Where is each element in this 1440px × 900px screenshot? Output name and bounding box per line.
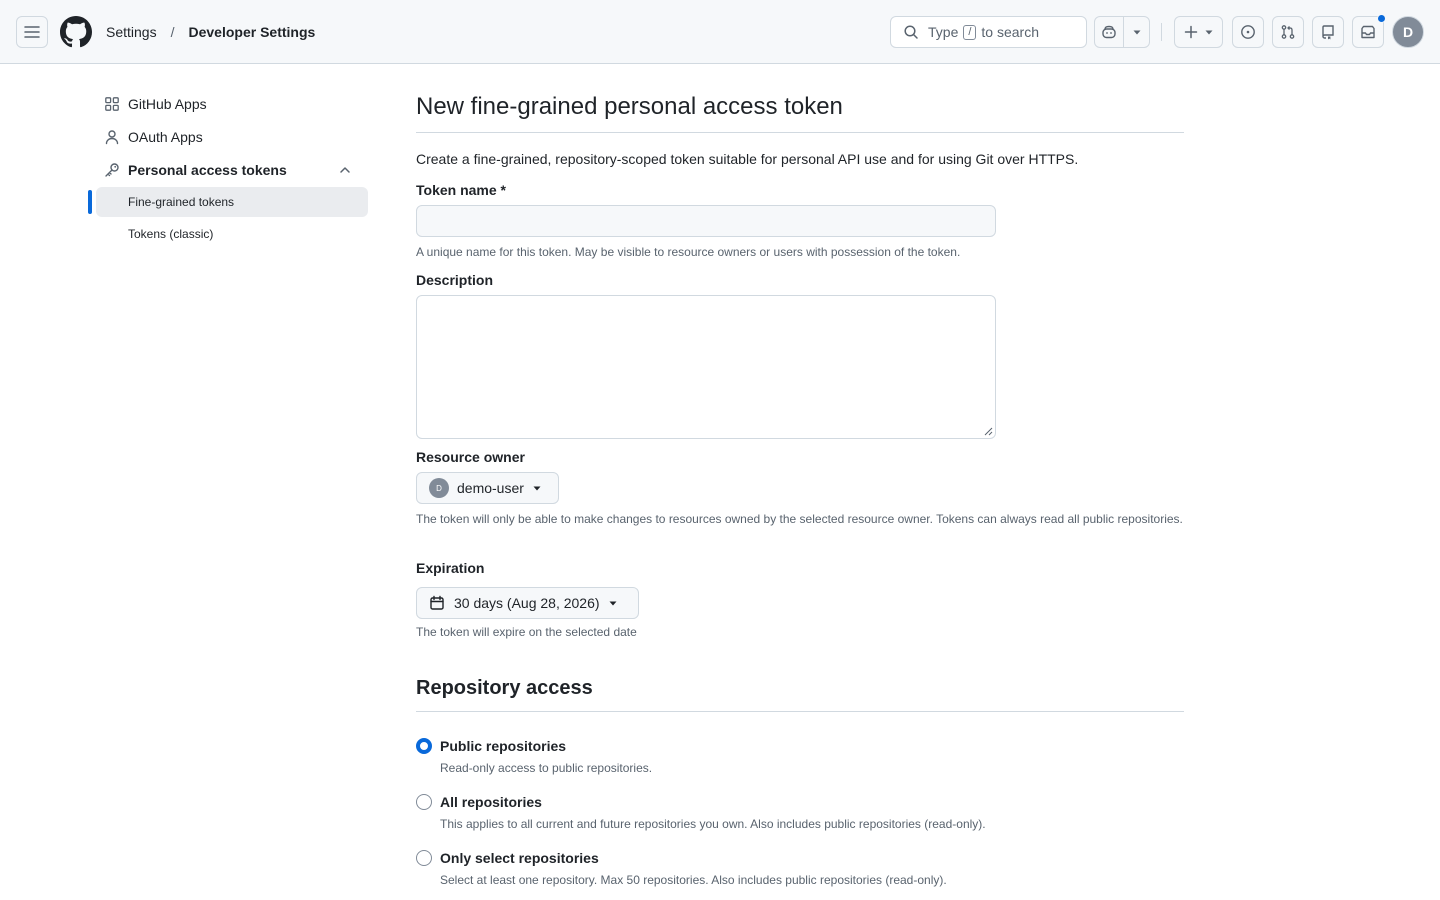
sidebar-item-fine-grained-tokens[interactable]: Fine-grained tokens [96, 187, 368, 217]
public-repositories-help: Read-only access to public repositories. [440, 761, 653, 775]
resource-owner-value: demo-user [457, 480, 524, 496]
search-suffix: to search [981, 24, 1040, 40]
git-pull-request-icon [1281, 25, 1295, 39]
title-divider [416, 132, 1184, 133]
caret-down-icon [1205, 30, 1212, 35]
apps-icon [105, 97, 119, 111]
owner-avatar: D [429, 478, 449, 498]
search-input[interactable]: Type / to search [890, 16, 1087, 48]
public-repositories-radio[interactable] [416, 738, 432, 754]
breadcrumb: Settings / Developer Settings [106, 22, 315, 42]
search-prefix: Type [928, 24, 959, 40]
menu-button[interactable] [16, 16, 48, 48]
sidebar-item-label: Personal access tokens [128, 162, 287, 178]
copilot-menu-button[interactable] [1124, 17, 1149, 47]
sidebar-item-personal-access-tokens[interactable]: Personal access tokens [96, 154, 368, 186]
sidebar-subitem-label: Fine-grained tokens [128, 195, 235, 209]
sidebar-subitem-label: Tokens (classic) [128, 227, 214, 241]
repository-access-title: Repository access [416, 677, 593, 699]
global-header: Settings / Developer Settings Type / to … [0, 0, 1440, 64]
resource-owner-help: The token will only be able to make chan… [416, 512, 1183, 526]
token-name-input[interactable] [416, 205, 996, 237]
key-icon [105, 163, 119, 177]
expiration-label: Expiration [416, 560, 485, 576]
issues-button[interactable] [1232, 16, 1264, 48]
breadcrumb-separator: / [170, 24, 175, 40]
public-repositories-label[interactable]: Public repositories [440, 738, 566, 754]
resource-owner-label: Resource owner [416, 449, 525, 465]
hamburger-icon [24, 26, 40, 38]
caret-down-icon [1133, 30, 1140, 35]
expiration-value: 30 days (Aug 28, 2026) [454, 595, 600, 611]
page-intro: Create a fine-grained, repository-scoped… [416, 151, 1079, 167]
sidebar-item-tokens-classic[interactable]: Tokens (classic) [96, 219, 368, 249]
github-logo-icon[interactable] [60, 16, 92, 48]
repo-icon [1322, 25, 1334, 40]
copilot-button-group [1094, 16, 1150, 48]
breadcrumb-current[interactable]: Developer Settings [188, 24, 315, 40]
header-divider [1161, 23, 1162, 41]
notification-indicator [1377, 14, 1386, 23]
active-item-indicator [88, 190, 92, 214]
pull-requests-button[interactable] [1272, 16, 1304, 48]
inbox-icon [1361, 25, 1375, 39]
token-name-help: A unique name for this token. May be vis… [416, 245, 961, 259]
search-icon [904, 25, 918, 39]
only-select-repositories-label[interactable]: Only select repositories [440, 850, 599, 866]
breadcrumb-settings-link[interactable]: Settings [106, 24, 157, 40]
sidebar-item-github-apps[interactable]: GitHub Apps [96, 88, 368, 120]
expiration-help: The token will expire on the selected da… [416, 625, 637, 639]
caret-down-icon [533, 486, 541, 491]
section-divider [416, 711, 1184, 712]
description-textarea[interactable] [416, 295, 996, 439]
search-shortcut-key: / [963, 24, 977, 40]
resource-owner-dropdown[interactable]: D demo-user [416, 472, 559, 504]
copilot-button[interactable] [1095, 17, 1124, 47]
description-label: Description [416, 272, 494, 288]
repositories-button[interactable] [1312, 16, 1344, 48]
caret-down-icon [609, 601, 617, 606]
all-repositories-help: This applies to all current and future r… [440, 817, 986, 831]
chevron-up-icon[interactable] [338, 163, 352, 177]
only-select-repositories-help: Select at least one repository. Max 50 r… [440, 873, 947, 887]
plus-icon [1184, 25, 1197, 39]
calendar-icon [430, 595, 444, 610]
page-title: New fine-grained personal access token [416, 93, 843, 120]
expiration-dropdown[interactable]: 30 days (Aug 28, 2026) [416, 587, 639, 619]
resize-handle-icon[interactable] [984, 427, 993, 436]
sidebar-item-label: GitHub Apps [128, 96, 207, 112]
user-avatar[interactable]: D [1392, 16, 1424, 48]
sidebar-item-label: OAuth Apps [128, 129, 203, 145]
person-icon [105, 130, 119, 145]
copilot-icon [1102, 25, 1116, 39]
all-repositories-radio[interactable] [416, 794, 432, 810]
sidebar-item-oauth-apps[interactable]: OAuth Apps [96, 121, 368, 153]
issue-opened-icon [1241, 25, 1255, 39]
token-name-label: Token name * [416, 182, 506, 198]
create-new-button[interactable] [1174, 16, 1223, 48]
all-repositories-label[interactable]: All repositories [440, 794, 542, 810]
only-select-repositories-radio[interactable] [416, 850, 432, 866]
